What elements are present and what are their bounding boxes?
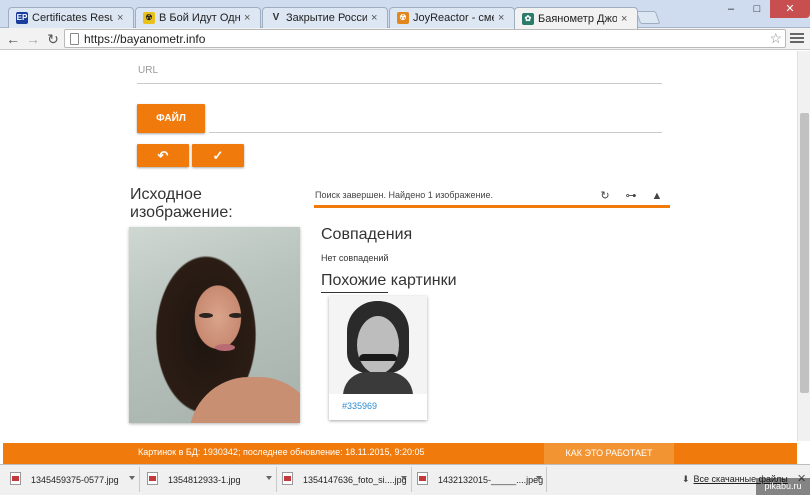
image-file-icon (147, 472, 158, 485)
source-image-eye (229, 313, 243, 318)
bayanometr-favicon-icon: ✿ (522, 12, 534, 25)
reload-icon[interactable]: ↻ (44, 30, 62, 48)
refresh-icon[interactable]: ↻ (598, 189, 612, 203)
page-icon (70, 33, 79, 45)
tab-close-icon[interactable]: × (117, 12, 127, 24)
tab-bayanometr[interactable]: ✿ Баянометр Джойреактор × (514, 7, 638, 29)
thumbnail-shirt (343, 372, 413, 394)
image-file-icon (417, 472, 428, 485)
db-stats-text: Картинок в БД: 1930342; последнее обновл… (138, 447, 425, 457)
chevron-down-icon[interactable] (536, 476, 542, 480)
chevron-down-icon[interactable] (129, 476, 135, 480)
tab-v-boy-idut[interactable]: ☢ В Бой Идут Одни Стари × (135, 7, 261, 28)
source-image-lips (215, 344, 235, 351)
tab-close-icon[interactable]: × (244, 12, 254, 24)
chrome-menu-icon[interactable] (790, 31, 804, 46)
progress-bar (314, 205, 670, 208)
page-footer: Картинок в БД: 1930342; последнее обновл… (3, 443, 797, 464)
check-icon: ✓ (212, 148, 224, 163)
matches-heading: Совпадения (321, 226, 413, 243)
no-matches-text: Нет совпадений (321, 253, 389, 263)
tab-close-icon[interactable]: × (371, 12, 381, 24)
scrollbar-thumb[interactable] (800, 113, 809, 393)
url-input[interactable] (137, 83, 662, 84)
thumbnail-mustache (359, 354, 397, 361)
tab-label: В Бой Идут Одни Стари (159, 12, 240, 24)
how-it-works-button[interactable]: КАК ЭТО РАБОТАЕТ (544, 443, 674, 464)
forward-icon[interactable]: → (24, 30, 42, 48)
tab-joyreactor[interactable]: ☢ JoyReactor - смешные ка × (389, 7, 515, 28)
download-filename: 1345459375-0577.jpg (31, 475, 119, 485)
download-item[interactable]: 1354812933-1.jpg (141, 467, 277, 492)
radiation-favicon-icon: ☢ (143, 12, 155, 24)
new-tab-button[interactable] (635, 11, 661, 24)
joyreactor-favicon-icon: ☢ (397, 12, 409, 24)
close-window-icon[interactable]: ✕ (770, 0, 810, 18)
tab-label: JoyReactor - смешные ка (413, 12, 494, 24)
download-bar: 1345459375-0577.jpg 1354812933-1.jpg 135… (0, 464, 810, 495)
file-button[interactable]: ФАЙЛ (137, 104, 205, 133)
ep-favicon-icon: EP (16, 12, 28, 24)
similar-images-heading: Похожие картинки (321, 272, 457, 289)
undo-button[interactable]: ↶ (137, 144, 189, 167)
download-filename: 1432132015-_____....jpeg (438, 475, 544, 485)
similar-image-card[interactable]: #335969 (329, 296, 427, 420)
maximize-icon[interactable]: □ (744, 0, 770, 18)
source-image-shoulder (189, 377, 300, 423)
similar-image-thumbnail[interactable] (329, 296, 427, 394)
v-favicon-icon: V (272, 12, 280, 23)
page-scrollbar[interactable] (797, 51, 810, 441)
url-field-label: URL (138, 65, 159, 76)
download-filename: 1354812933-1.jpg (168, 475, 241, 485)
image-file-icon (282, 472, 293, 485)
submit-button[interactable]: ✓ (192, 144, 244, 167)
chevron-down-icon[interactable] (266, 476, 272, 480)
source-image (129, 227, 300, 423)
chevron-down-icon[interactable] (401, 476, 407, 480)
file-path-field[interactable] (209, 132, 662, 133)
download-filename: 1354147636_foto_si....jpg (303, 475, 407, 485)
tab-strip: EP Certificates Results × ☢ В Бой Идут О… (0, 0, 810, 29)
search-status: Поиск завершен. Найдено 1 изображение. (315, 190, 493, 200)
back-icon[interactable]: ← (4, 30, 22, 48)
download-item[interactable]: 1432132015-_____....jpeg (411, 467, 547, 492)
bookmark-star-icon[interactable]: ☆ (769, 30, 782, 47)
tab-certificates-results[interactable]: EP Certificates Results × (8, 7, 134, 28)
download-arrow-icon: ⬇ (682, 474, 690, 484)
download-item[interactable]: 1354147636_foto_si....jpg (276, 467, 412, 492)
tab-close-icon[interactable]: × (621, 13, 631, 25)
tab-label: Закрытие России - почем (286, 12, 367, 24)
address-bar[interactable]: https://bayanometr.info ☆ (64, 29, 786, 48)
address-url[interactable]: https://bayanometr.info (84, 32, 205, 46)
tab-label: Баянометр Джойреактор (538, 12, 617, 25)
tab-close-icon[interactable]: × (498, 12, 508, 24)
site-watermark: pikabu.ru (756, 478, 810, 495)
browser-toolbar: ← → ↻ https://bayanometr.info ☆ (0, 28, 810, 50)
tab-zakrytie-rossii[interactable]: V Закрытие России - почем × (262, 7, 388, 28)
source-image-title: Исходное изображение: (130, 186, 233, 221)
similar-image-link[interactable]: #335969 (342, 401, 377, 411)
minimize-icon[interactable]: – (718, 0, 744, 18)
image-file-icon (10, 472, 21, 485)
tab-label: Certificates Results (32, 12, 113, 24)
warning-icon[interactable]: ▲ (650, 189, 664, 203)
link-icon[interactable]: ⊶ (624, 189, 638, 203)
thumbnail-face (357, 316, 399, 374)
heading-underline (321, 292, 388, 293)
source-image-eye (199, 313, 213, 318)
download-item[interactable]: 1345459375-0577.jpg (4, 467, 140, 492)
undo-icon: ↶ (157, 148, 169, 163)
